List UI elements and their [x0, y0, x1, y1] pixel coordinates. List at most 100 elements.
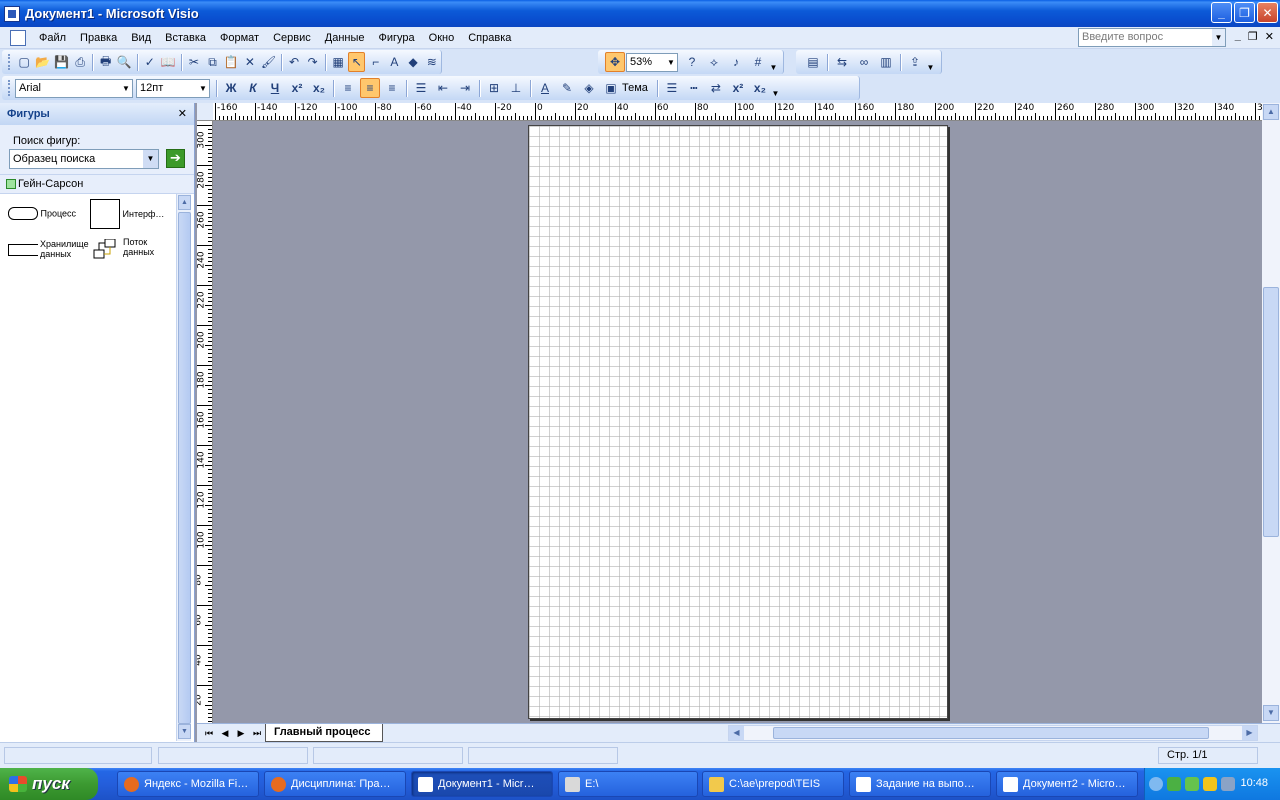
task-word-document2[interactable]: Документ2 - Micro… [996, 771, 1138, 797]
stamp-icon[interactable]: ◆ [405, 52, 422, 72]
scroll-thumb[interactable] [178, 212, 191, 724]
task-discipline-firefox[interactable]: Дисциплина: Пра… [264, 771, 406, 797]
undo-icon[interactable]: ↶ [286, 52, 303, 72]
network-icon[interactable] [1167, 777, 1181, 791]
doc-close-button[interactable]: ✕ [1265, 30, 1274, 43]
theme-icon[interactable]: ▣ [601, 78, 621, 98]
menu-tools[interactable]: Сервис [266, 29, 318, 47]
cut-icon[interactable]: ✂ [186, 52, 203, 72]
align-shapes-icon[interactable]: ⊞ [484, 78, 504, 98]
scroll-left-icon[interactable]: ◀ [729, 726, 744, 740]
task-visio-document1[interactable]: Документ1 - Micr… [411, 771, 553, 797]
menu-insert[interactable]: Вставка [158, 29, 213, 47]
permission-icon[interactable]: ⎙ [72, 52, 89, 72]
align-right-icon[interactable]: ≡ [382, 78, 402, 98]
connector-tool-icon[interactable]: ⌐ [367, 52, 384, 72]
line-weight-icon[interactable]: ☰ [662, 78, 682, 98]
new-document-icon[interactable]: ▢ [16, 52, 33, 72]
report-icon[interactable]: ▥ [876, 52, 896, 72]
menu-format[interactable]: Формат [213, 29, 266, 47]
bullets-icon[interactable]: ☰ [411, 78, 431, 98]
italic-button[interactable]: К [243, 78, 263, 98]
line-color-icon[interactable]: ✎ [557, 78, 577, 98]
tab-main-process[interactable]: Главный процесс [265, 724, 383, 742]
shapes-window-icon[interactable]: ▦ [330, 52, 347, 72]
toolbar-options-icon[interactable]: ▼ [769, 52, 778, 72]
task-folder-teis[interactable]: C:\ae\prepod\TEIS [702, 771, 844, 797]
scroll-down-icon[interactable]: ▼ [1263, 705, 1279, 721]
task-word-assignment[interactable]: Задание на выпо… [849, 771, 991, 797]
drawing-vertical-scrollbar[interactable]: ▲ ▼ [1262, 103, 1280, 723]
export-icon[interactable]: ⇪ [905, 52, 925, 72]
security-shield-icon[interactable] [1203, 777, 1217, 791]
toolbar-options-icon[interactable]: ▼ [771, 78, 780, 98]
decrease-indent-icon[interactable]: ⇤ [433, 78, 453, 98]
close-icon[interactable]: ✕ [178, 103, 187, 125]
delete-icon[interactable]: ✕ [242, 52, 259, 72]
font-combo[interactable]: Arial ▼ [15, 78, 133, 98]
text-tool-icon[interactable]: A [386, 52, 403, 72]
layers-icon[interactable]: ≋ [423, 52, 440, 72]
next-page-icon[interactable]: ▶ [233, 726, 249, 740]
menu-window[interactable]: Окно [422, 29, 462, 47]
redo-icon[interactable]: ↷ [304, 52, 321, 72]
scroll-down-icon[interactable]: ▼ [178, 724, 191, 739]
font-size-combo[interactable]: 12пт ▼ [136, 78, 210, 98]
note-icon[interactable]: ♪ [726, 52, 746, 72]
horizontal-ruler[interactable]: -160 -140 -120 -100 -80 -60 -40 -20 0 20 40 60 80 100… [213, 103, 1262, 121]
last-page-icon[interactable]: ⏭ [249, 726, 265, 740]
zoom-combo[interactable]: 53% ▼ [626, 52, 678, 72]
stencil-title-bar[interactable]: Гейн-Сарсон [0, 175, 194, 194]
chevron-down-icon[interactable]: ▼ [120, 80, 132, 97]
theme-button[interactable]: Тема [622, 82, 648, 94]
align-center-icon[interactable]: ≡ [360, 78, 380, 98]
subscript-button[interactable]: x₂ [309, 78, 329, 98]
drawing-page[interactable] [528, 125, 948, 719]
document-icon[interactable] [10, 29, 26, 46]
ask-question-input[interactable]: Введите вопрос ▼ [1078, 28, 1226, 47]
menu-data[interactable]: Данные [318, 29, 372, 47]
pan-zoom-icon[interactable]: ✥ [605, 52, 625, 72]
drawing-canvas[interactable] [214, 121, 1262, 723]
underline-button[interactable]: Ч [265, 78, 285, 98]
toolbar-options-icon[interactable]: ▼ [926, 52, 935, 72]
close-button[interactable]: ✕ [1257, 2, 1278, 23]
link-data-icon[interactable]: ⇆ [832, 52, 852, 72]
format-painter-icon[interactable]: 🖌 [260, 52, 277, 72]
doc-minimize-button[interactable]: _ [1235, 30, 1241, 43]
task-yandex-firefox[interactable]: Яндекс - Mozilla Fi… [117, 771, 259, 797]
first-page-icon[interactable]: ⏮ [201, 726, 217, 740]
start-button[interactable]: пуск [0, 768, 98, 800]
print-preview-icon[interactable]: 🔍 [116, 52, 133, 72]
scroll-up-icon[interactable]: ▲ [1263, 104, 1279, 120]
font-color-icon[interactable]: A [535, 78, 555, 98]
paste-icon[interactable]: 📋 [223, 52, 240, 72]
line-ends-icon[interactable]: ⇄ [706, 78, 726, 98]
volume-icon[interactable] [1221, 777, 1235, 791]
menu-view[interactable]: Вид [124, 29, 158, 47]
drawing-horizontal-scrollbar[interactable]: ◀ ▶ [728, 725, 1258, 741]
vertical-ruler[interactable]: 300 280 260 240 220 200 180 160 140 120 100 80 60 40 2… [197, 121, 213, 723]
chevron-down-icon[interactable]: ▼ [197, 80, 209, 97]
save-icon[interactable]: 💾 [53, 52, 70, 72]
align-left-icon[interactable]: ≡ [338, 78, 358, 98]
task-drive-e[interactable]: E:\ [558, 771, 698, 797]
open-folder-icon[interactable]: 📂 [34, 52, 51, 72]
print-icon[interactable]: 🖶 [97, 52, 114, 72]
distribute-icon[interactable]: ⊥ [506, 78, 526, 98]
grid-icon[interactable]: # [748, 52, 768, 72]
chevron-down-icon[interactable]: ▼ [1212, 29, 1225, 46]
help-icon[interactable]: ? [682, 52, 702, 72]
chevron-down-icon[interactable]: ▼ [665, 54, 677, 71]
line-pattern-icon[interactable]: ┅ [684, 78, 704, 98]
shape-search-input[interactable]: Образец поиска ▼ [9, 149, 159, 169]
shape-data-icon[interactable]: ▤ [803, 52, 823, 72]
chevron-down-icon[interactable]: ▼ [143, 150, 158, 168]
shape-data-store[interactable]: Хранилище данных [8, 239, 89, 259]
shape-data-flow[interactable]: Поток данных [93, 237, 163, 259]
tray-expand-icon[interactable] [1149, 777, 1163, 791]
superscript-button[interactable]: x² [287, 78, 307, 98]
pointer-tool-icon[interactable]: ↖ [348, 52, 366, 72]
bold-button[interactable]: Ж [221, 78, 241, 98]
superscript2-button[interactable]: x² [728, 78, 748, 98]
